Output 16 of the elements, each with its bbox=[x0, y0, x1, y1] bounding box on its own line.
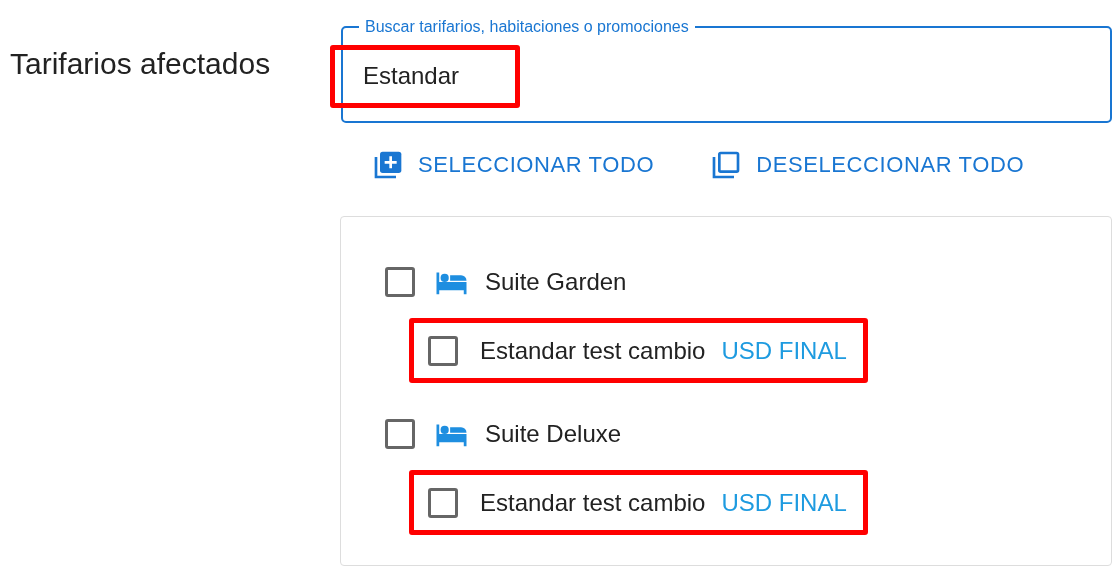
add-box-icon bbox=[372, 149, 404, 181]
rate-name: Estandar test cambio bbox=[480, 336, 706, 365]
rate-name: Estandar test cambio bbox=[480, 488, 706, 517]
room-name: Suite Deluxe bbox=[485, 420, 622, 448]
section-label: Tarifarios afectados bbox=[10, 47, 272, 81]
currency-label: USD FINAL bbox=[721, 488, 847, 517]
deselect-all-button[interactable]: DESELECCIONAR TODO bbox=[710, 147, 1025, 183]
checkbox[interactable] bbox=[385, 267, 415, 297]
checkbox[interactable] bbox=[428, 335, 458, 366]
checkbox[interactable] bbox=[428, 487, 458, 518]
select-all-button[interactable]: SELECCIONAR TODO bbox=[372, 147, 655, 183]
room-name: Suite Garden bbox=[485, 268, 627, 296]
search-input[interactable]: Estandar bbox=[363, 59, 763, 93]
currency-label: USD FINAL bbox=[721, 336, 847, 365]
checkbox[interactable] bbox=[385, 419, 415, 449]
search-field[interactable]: Buscar tarifarios, habitaciones o promociones Estandar bbox=[341, 17, 1112, 123]
